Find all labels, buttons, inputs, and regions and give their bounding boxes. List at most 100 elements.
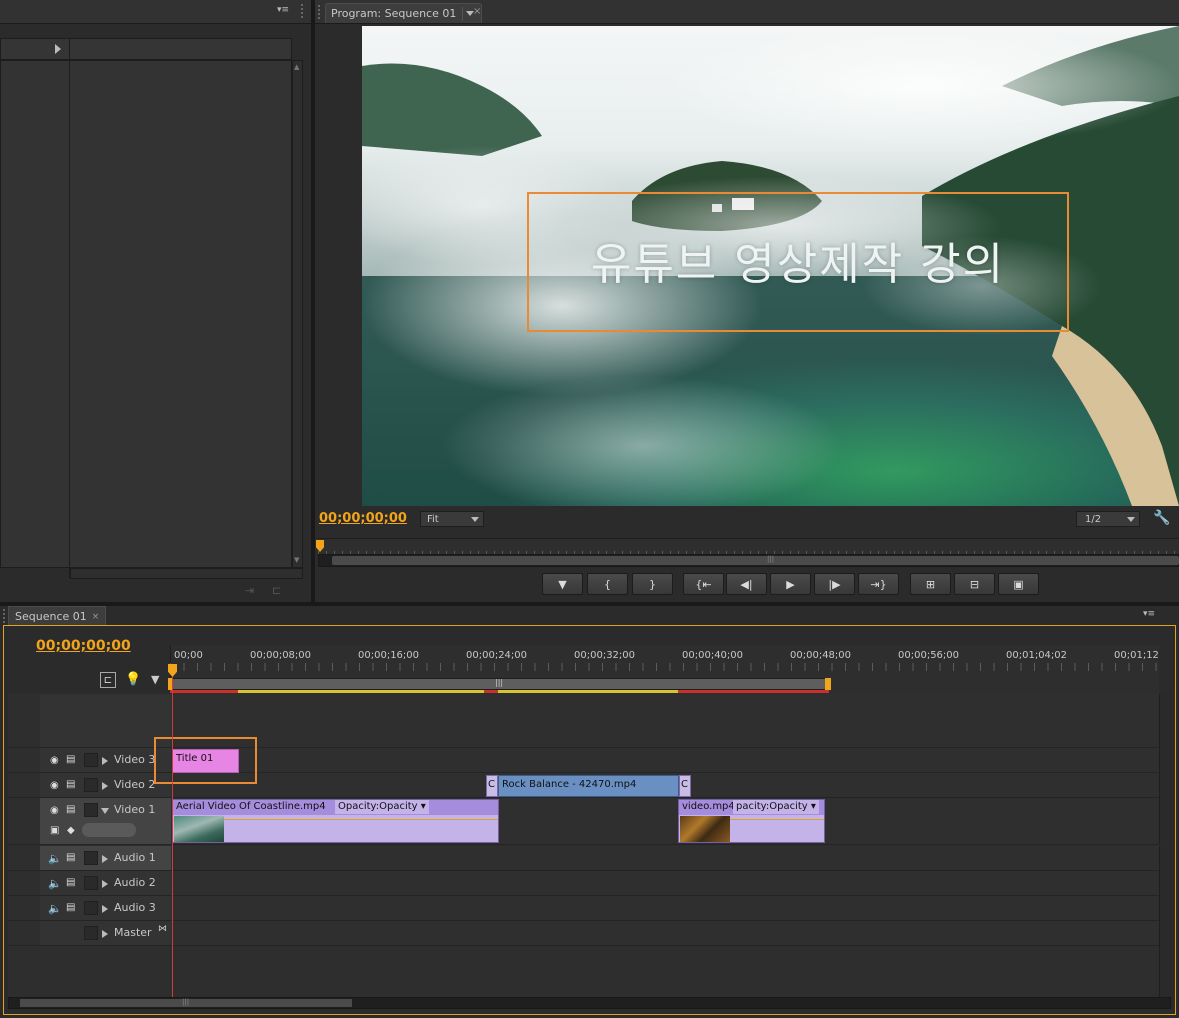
render-segment-yellow [498,690,678,693]
film-icon[interactable]: ▤ [66,852,78,863]
tab-sequence-01[interactable]: Sequence 01 × [8,606,107,626]
go-to-out-button[interactable]: ⇥} [858,573,899,595]
speaker-icon[interactable]: 🔈 [48,877,62,890]
speaker-icon[interactable]: 🔈 [48,902,62,915]
bowtie-icon: ⋈ [158,924,167,934]
track-lock-toggle[interactable] [84,876,98,890]
track-left-gutter [8,773,40,798]
track-lane-audio-1[interactable] [171,846,1159,871]
keyframe-icon[interactable]: ◆ [67,825,75,836]
marker-icon[interactable]: ▼ [151,673,159,686]
scroll-down-icon[interactable]: ▼ [294,556,299,564]
empty-track-space[interactable] [171,694,1159,748]
mark-out-button[interactable]: } [632,573,673,595]
panel-grip-icon[interactable] [301,4,307,18]
eye-icon[interactable]: ◉ [50,755,62,766]
ruler-label: 00;00;48;00 [790,650,852,661]
track-header-master[interactable]: Master ⋈ [40,921,171,946]
expand-arrow-icon[interactable] [102,905,108,913]
speaker-icon[interactable]: 🔈 [48,852,62,865]
timeline-timecode[interactable]: 00;00;00;00 [36,638,131,654]
wrench-icon[interactable]: 🔧 [1153,510,1170,526]
clip-aerial-video[interactable]: Aerial Video Of Coastline.mp4 Opacity:Op… [172,799,499,843]
track-name: Master [114,926,152,939]
collapse-arrow-icon[interactable] [101,808,109,814]
play-button[interactable]: ▶ [770,573,811,595]
clip-video-mp4[interactable]: video.mp4 pacity:Opacity ▾ [678,799,825,843]
panel-grip-icon[interactable] [318,5,323,19]
expand-arrow-icon[interactable] [102,880,108,888]
expand-arrow-icon[interactable] [102,782,108,790]
audio-tracks-scrollbar[interactable] [1159,846,1171,998]
transition-clip[interactable]: C [486,775,498,797]
track-left-gutter [8,921,40,946]
opacity-dropdown[interactable]: Opacity:Opacity ▾ [335,800,429,814]
lift-button[interactable]: ⊞ [910,573,951,595]
project-vertical-scrollbar[interactable] [292,60,303,568]
add-marker-button[interactable]: ▼ [542,573,583,595]
track-lock-toggle[interactable] [84,901,98,915]
go-to-in-button[interactable]: {⇤ [683,573,724,595]
transition-clip[interactable]: C [679,775,691,797]
expand-arrow-icon[interactable] [102,930,108,938]
track-header-audio-3[interactable]: 🔈 ▤ Audio 3 [40,896,171,921]
eye-icon[interactable]: ◉ [50,805,62,816]
track-lane-audio-3[interactable] [171,896,1159,921]
export-frame-button[interactable]: ▣ [998,573,1039,595]
track-lane-video-3[interactable] [171,748,1159,773]
track-lock-toggle[interactable] [84,753,98,767]
ruler-label: 00;00;32;00 [574,650,636,661]
track-header-video-2[interactable]: ◉ ▤ Video 2 [40,773,171,798]
expand-arrow-icon[interactable] [102,757,108,765]
track-header-video-1[interactable]: ◉ ▤ Video 1 ▣ ◆ [40,798,171,845]
project-horizontal-scrollbar[interactable] [70,568,303,579]
snap-icon[interactable]: ⊏ [100,672,116,688]
expand-arrow-icon[interactable] [55,44,61,54]
track-lock-toggle[interactable] [84,851,98,865]
track-lock-toggle[interactable] [84,926,98,940]
program-timecode[interactable]: 00;00;00;00 [319,511,407,526]
track-header-audio-1[interactable]: 🔈 ▤ Audio 1 [40,846,171,871]
panel-menu-icon[interactable]: ▾≡ [277,5,293,17]
extract-button[interactable]: ⊟ [954,573,995,595]
project-column-header[interactable] [0,38,292,60]
expand-arrow-icon[interactable] [102,855,108,863]
set-encore-marker-icon[interactable]: 💡 [125,672,141,687]
track-lock-toggle[interactable] [84,778,98,792]
film-icon[interactable]: ▤ [66,877,78,888]
film-icon[interactable]: ▤ [66,779,78,790]
scroll-up-icon[interactable]: ▲ [294,63,299,71]
close-icon[interactable]: × [92,612,100,622]
track-lock-toggle[interactable] [84,803,98,817]
clip-rock-balance[interactable]: Rock Balance - 42470.mp4 [498,775,679,797]
clip-thumbnail [680,816,730,842]
zoom-scrollbar-thumb[interactable] [332,556,1179,565]
work-area-end-handle[interactable] [825,678,831,690]
render-segment-yellow [238,690,484,693]
program-time-ruler[interactable] [318,538,1179,554]
track-name: Audio 3 [114,901,156,914]
panel-grip-icon[interactable] [3,609,7,623]
eye-icon[interactable]: ◉ [50,780,62,791]
track-header-audio-2[interactable]: 🔈 ▤ Audio 2 [40,871,171,896]
step-back-button[interactable]: ◀| [726,573,767,595]
find-icon[interactable]: ⊏ [272,584,281,597]
ruler-label: 00;00;40;00 [682,650,744,661]
track-lane-audio-2[interactable] [171,871,1159,896]
project-list[interactable] [0,60,292,568]
film-icon[interactable]: ▤ [66,902,78,913]
step-forward-button[interactable]: |▶ [814,573,855,595]
close-icon[interactable]: × [473,6,481,17]
mark-in-button[interactable]: { [587,573,628,595]
panel-menu-icon[interactable]: ▾≡ [1143,609,1155,619]
film-icon[interactable]: ▤ [66,754,78,765]
film-icon[interactable]: ▤ [66,804,78,815]
video-tracks-scrollbar[interactable] [1159,694,1171,844]
track-header-video-3[interactable]: ◉ ▤ Video 3 [40,748,171,773]
automate-to-sequence-icon[interactable]: ⇥ [245,584,254,597]
opacity-dropdown[interactable]: pacity:Opacity ▾ [733,800,819,814]
display-style-icon[interactable]: ▣ [50,825,59,836]
track-lane-master[interactable] [171,921,1159,946]
tab-program-monitor[interactable]: Program: Sequence 01 [325,3,483,23]
keyframe-navigator[interactable] [82,823,136,837]
